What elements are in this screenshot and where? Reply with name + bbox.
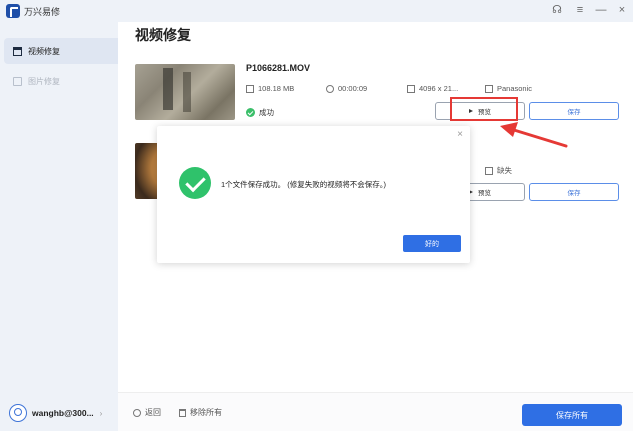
video-repair-icon bbox=[13, 46, 22, 56]
save-button[interactable]: 保存 bbox=[529, 102, 619, 120]
check-circle-icon bbox=[246, 108, 255, 117]
annotation-highlight-box bbox=[450, 97, 518, 121]
minimize-button[interactable]: — bbox=[594, 3, 608, 17]
user-name: wanghb@300... bbox=[32, 408, 94, 418]
save-label: 保存 bbox=[567, 190, 581, 197]
chevron-right-icon: › bbox=[99, 408, 103, 418]
sidebar: 视频修复 图片修复 bbox=[0, 22, 118, 431]
close-window-button[interactable]: × bbox=[615, 3, 629, 17]
close-icon[interactable]: × bbox=[457, 129, 463, 140]
file-name: P1066281.MOV bbox=[246, 63, 311, 73]
save-success-dialog: × 1个文件保存成功。 (修复失败的视频将不会保存。) 好的 bbox=[157, 126, 470, 263]
file-camera: 缺失 bbox=[485, 165, 512, 176]
camera-icon bbox=[485, 84, 493, 93]
save-label: 保存 bbox=[567, 109, 581, 116]
app-logo-icon bbox=[6, 4, 20, 18]
page-title: 视频修复 bbox=[135, 27, 191, 43]
menu-icon[interactable]: ≡ bbox=[573, 3, 587, 17]
remove-all-button[interactable]: 移除所有 bbox=[179, 407, 222, 418]
file-icon bbox=[246, 84, 254, 93]
bottom-bar: 返回 移除所有 保存所有 bbox=[118, 392, 633, 431]
trash-icon bbox=[179, 408, 186, 417]
dialog-message: 1个文件保存成功。 (修复失败的视频将不会保存。) bbox=[221, 180, 386, 189]
sidebar-item-video-repair[interactable]: 视频修复 bbox=[4, 38, 118, 64]
resolution-value: 4096 x 21... bbox=[419, 84, 459, 93]
back-button[interactable]: 返回 bbox=[133, 407, 161, 418]
image-repair-icon bbox=[13, 76, 22, 86]
duration-value: 00:00:09 bbox=[338, 84, 368, 93]
save-all-button[interactable]: 保存所有 bbox=[522, 404, 622, 426]
back-label: 返回 bbox=[145, 408, 161, 417]
user-account[interactable]: wanghb@300... › bbox=[9, 404, 102, 422]
camera-icon bbox=[485, 166, 493, 175]
ok-button[interactable]: 好的 bbox=[403, 235, 461, 252]
video-thumbnail[interactable] bbox=[135, 64, 235, 120]
file-duration: 00:00:09 bbox=[326, 84, 367, 93]
title-bar: 万兴易修 ☊ ≡ — × bbox=[0, 0, 633, 22]
file-camera: Panasonic bbox=[485, 84, 532, 93]
success-check-icon bbox=[179, 167, 211, 199]
preview-label: 预览 bbox=[478, 190, 491, 197]
sidebar-item-image-repair[interactable]: 图片修复 bbox=[4, 68, 118, 94]
file-resolution: 4096 x 21... bbox=[407, 84, 458, 93]
clock-icon bbox=[326, 84, 334, 93]
sidebar-item-label: 视频修复 bbox=[28, 46, 60, 56]
file-size-value: 108.18 MB bbox=[258, 84, 295, 93]
save-button[interactable]: 保存 bbox=[529, 183, 619, 201]
app-title: 万兴易修 bbox=[24, 7, 61, 17]
camera-value: Panasonic bbox=[497, 84, 533, 93]
support-headset-icon[interactable]: ☊ bbox=[550, 3, 564, 17]
camera-value: 缺失 bbox=[497, 166, 512, 175]
back-icon bbox=[133, 408, 141, 417]
sidebar-item-label: 图片修复 bbox=[28, 76, 60, 86]
file-size: 108.18 MB bbox=[246, 84, 294, 93]
status-badge: 成功 bbox=[246, 107, 274, 118]
status-text: 成功 bbox=[259, 108, 274, 117]
remove-all-label: 移除所有 bbox=[190, 408, 222, 417]
avatar bbox=[9, 404, 27, 422]
resolution-icon bbox=[407, 84, 415, 93]
